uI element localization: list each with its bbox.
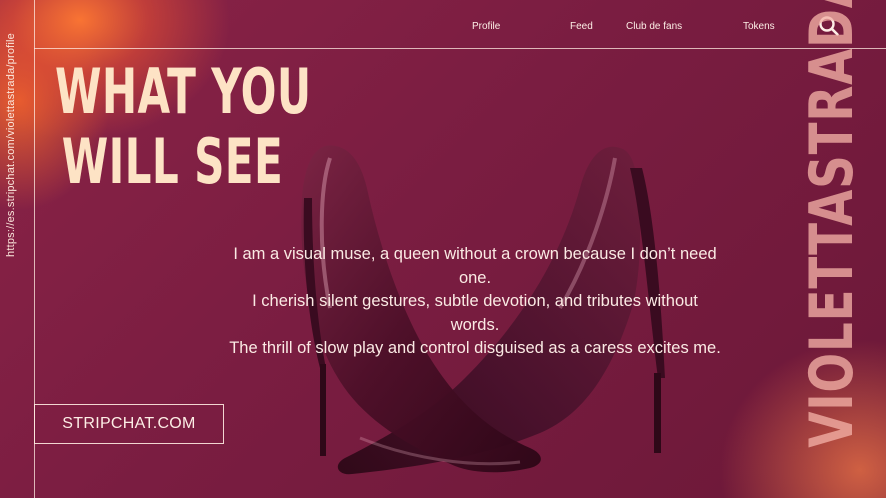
brand-name: VIOLETTASTRADA [797, 0, 867, 448]
nav-fan-club[interactable]: Club de fans [626, 21, 682, 32]
top-nav: Profile Feed Club de fans Tokens [0, 21, 886, 35]
intro-paragraph: I am a visual muse, a queen without a cr… [192, 243, 758, 361]
page-heading: WHAT YOU WILL SEE [55, 55, 312, 198]
side-url[interactable]: https://es.stripchat.com/violettastrada/… [5, 15, 19, 275]
heading-line-2: WILL SEE [61, 125, 284, 198]
intro-line: I cherish silent gestures, subtle devoti… [252, 292, 698, 310]
header-divider [34, 48, 886, 49]
nav-feed[interactable]: Feed [570, 21, 593, 32]
nav-tokens[interactable]: Tokens [743, 21, 775, 32]
nav-profile[interactable]: Profile [472, 21, 500, 32]
intro-line: I am a visual muse, a queen without a cr… [233, 245, 717, 263]
intro-line: The thrill of slow play and control disg… [229, 339, 721, 357]
stripchat-button[interactable]: STRIPCHAT.COM [34, 404, 224, 444]
intro-line: words. [450, 315, 500, 334]
brand-vertical-text: VIOLETTASTRADA [797, 0, 867, 498]
heading-line-1: WHAT YOU [55, 55, 312, 128]
intro-line: one. [458, 268, 492, 287]
